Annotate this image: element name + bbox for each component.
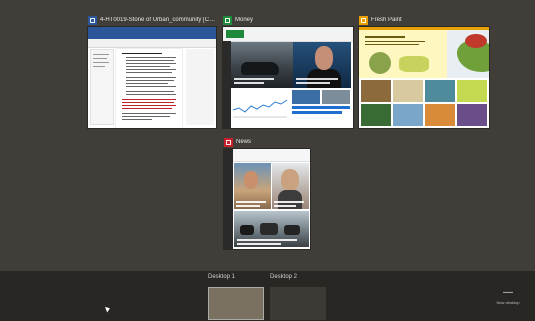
new-desktop-label: New desktop <box>496 300 520 305</box>
window-header: Fresh Paint <box>359 14 489 26</box>
paint-artwork-tile <box>393 104 423 126</box>
paint-artwork-tile <box>457 80 487 102</box>
desktop-thumbnail[interactable] <box>270 287 326 320</box>
plus-icon: — <box>503 287 513 298</box>
news-icon <box>224 137 233 147</box>
money-news-tile <box>292 90 320 104</box>
news-story-image <box>234 163 271 209</box>
money-icon <box>223 15 232 25</box>
news-story-image <box>272 163 309 209</box>
paint-artwork-tile <box>393 80 423 102</box>
new-desktop-button[interactable]: — New desktop <box>488 288 528 314</box>
window-title: Fresh Paint <box>371 17 402 23</box>
word-side-panel <box>186 49 214 125</box>
money-link <box>292 111 342 114</box>
window-header: Money <box>223 14 353 26</box>
paint-artwork-tile <box>361 104 391 126</box>
window-title: 4-HT0019-Stone of Urban_community [Compa… <box>100 17 216 23</box>
paint-map-artwork <box>447 30 489 78</box>
window-thumbnail[interactable] <box>88 27 216 128</box>
desktop-label: Desktop 2 <box>270 274 298 280</box>
money-nav-rail <box>223 41 231 128</box>
paint-artwork-tile <box>425 104 455 126</box>
window-money[interactable]: Money <box>223 14 353 128</box>
paint-artwork-tile <box>457 104 487 126</box>
word-document-page <box>116 49 182 128</box>
word-icon <box>88 15 97 25</box>
word-ribbon <box>88 27 216 39</box>
news-top-bar <box>233 149 310 162</box>
fresh-paint-icon <box>359 15 368 25</box>
paint-artwork-tile <box>425 80 455 102</box>
paint-banner <box>359 30 447 78</box>
money-hero-image <box>231 42 351 88</box>
word-navigation-pane <box>90 49 114 125</box>
money-link <box>292 106 350 109</box>
money-market-chart <box>231 90 289 122</box>
window-thumbnail[interactable] <box>223 27 353 128</box>
window-title: News <box>236 139 252 145</box>
window-thumbnail[interactable] <box>224 149 310 249</box>
window-header: 4-HT0019-Stone of Urban_community [Compa… <box>88 14 216 26</box>
desktop-1[interactable]: Desktop 1 <box>208 274 266 320</box>
window-header: News <box>224 136 310 148</box>
window-thumbnail[interactable] <box>359 27 489 128</box>
window-title: Money <box>235 17 254 23</box>
paint-artwork-tile <box>361 80 391 102</box>
desktop-thumbnail[interactable] <box>208 287 264 320</box>
money-top-bar <box>223 27 353 42</box>
word-toolbar <box>88 39 216 48</box>
news-nav-rail <box>224 149 233 249</box>
desktop-2[interactable]: Desktop 2 <box>270 274 328 320</box>
money-news-tile <box>322 90 350 104</box>
virtual-desktops-bar <box>0 271 535 321</box>
window-news[interactable]: News <box>224 136 310 249</box>
window-word[interactable]: 4-HT0019-Stone of Urban_community [Compa… <box>88 14 216 128</box>
desktop-label: Desktop 1 <box>208 274 236 280</box>
window-fresh-paint[interactable]: Fresh Paint <box>359 14 489 128</box>
news-story-image <box>234 211 309 247</box>
